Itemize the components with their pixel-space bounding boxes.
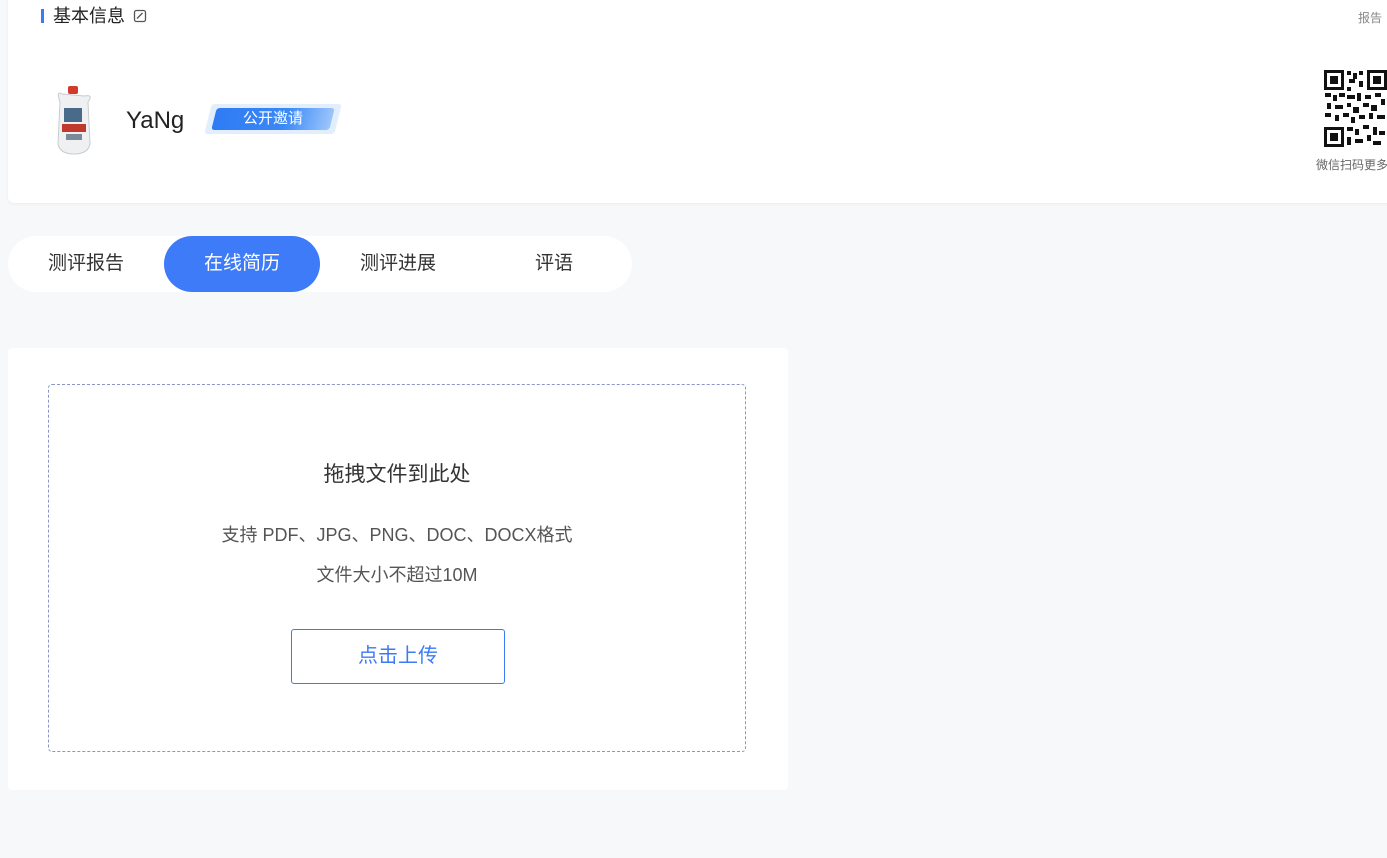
user-name: YaNg [126,107,185,134]
section-title: 基本信息 [41,6,147,26]
invite-badge-label: 公开邀请 [242,110,303,127]
tab-bar: 测评报告 在线简历 测评进展 评语 [8,236,632,292]
tab-online-resume[interactable]: 在线简历 [164,236,320,292]
qr-caption: 微信扫码更多 [1316,158,1387,172]
resume-upload-card: 拖拽文件到此处 支持 PDF、JPG、PNG、DOC、DOCX格式 文件大小不超… [8,348,788,790]
supported-formats-text: 支持 PDF、JPG、PNG、DOC、DOCX格式 [221,525,573,545]
dropzone-title: 拖拽文件到此处 [323,463,471,486]
section-title-bar [41,9,44,23]
tab-comments[interactable]: 评语 [476,236,632,292]
file-dropzone[interactable]: 拖拽文件到此处 支持 PDF、JPG、PNG、DOC、DOCX格式 文件大小不超… [48,384,746,752]
edit-icon[interactable] [133,9,147,23]
basic-info-card [8,0,1387,203]
upload-button[interactable]: 点击上传 [291,629,505,684]
size-limit-text: 文件大小不超过10M [316,565,478,585]
tab-assessment-report[interactable]: 测评报告 [8,236,164,292]
tab-assessment-progress[interactable]: 测评进展 [320,236,476,292]
report-link[interactable]: 报告 [1358,9,1382,26]
section-title-text: 基本信息 [53,6,125,26]
avatar [57,86,91,155]
qr-code-icon [1323,69,1387,149]
